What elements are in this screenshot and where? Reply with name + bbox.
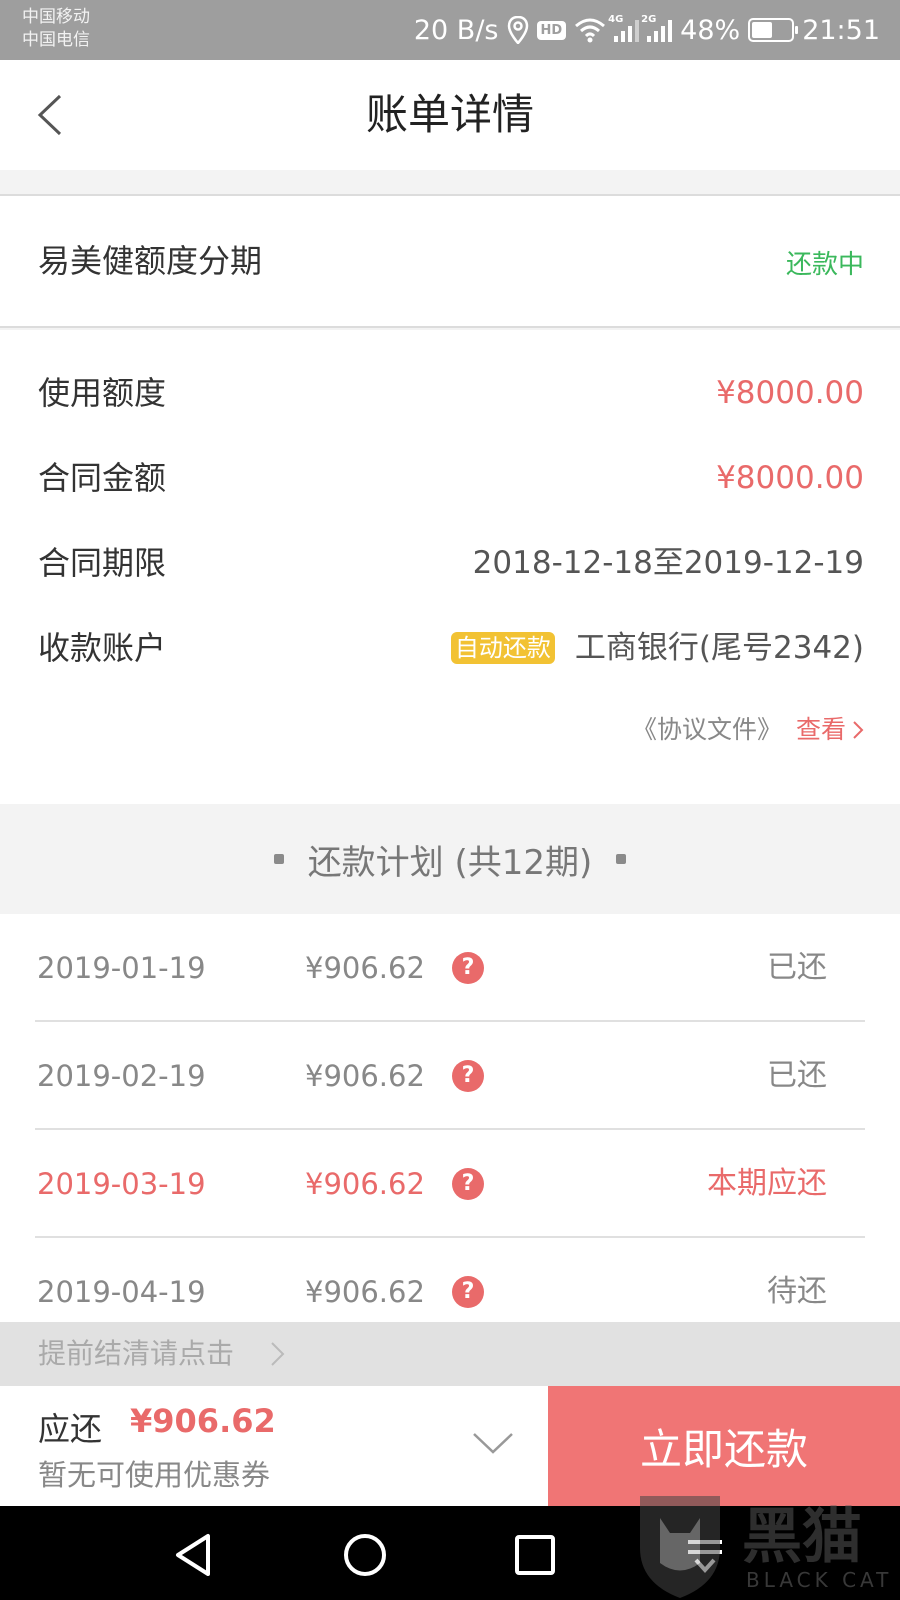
- plan-amount: ¥906.62: [305, 1167, 425, 1201]
- battery-icon: [748, 18, 799, 42]
- wifi-icon: [575, 18, 606, 43]
- detail-row-contract-amount: 合同金额 ¥8000.00: [0, 448, 900, 508]
- agreement-view-label: 查看: [795, 715, 846, 744]
- plan-status: 已还: [767, 950, 827, 985]
- carrier-1: 中国移动: [22, 7, 90, 27]
- watermark-sub: BLACK CAT: [746, 1568, 893, 1592]
- hd-badge: HD: [536, 20, 567, 40]
- plan-amount: ¥906.62: [305, 951, 425, 985]
- repayment-plan-header: 还款计划 (共12期): [0, 804, 900, 914]
- prepay-text: 提前结清请点击: [38, 1337, 235, 1370]
- detail-value: 2018-12-18至2019-12-19: [472, 545, 864, 581]
- nav-home-icon[interactable]: [340, 1530, 390, 1580]
- title-dot-right: [616, 854, 627, 864]
- detail-row-credit: 使用额度 ¥8000.00: [0, 363, 900, 423]
- nav-back-icon[interactable]: [170, 1530, 220, 1580]
- bill-detail-section: 使用额度 ¥8000.00 合同金额 ¥8000.00 合同期限 2018-12…: [0, 330, 900, 804]
- detail-value: ¥8000.00: [716, 375, 864, 411]
- account-value: 工商银行(尾号2342): [574, 630, 864, 666]
- signal-2g-label: 2G: [641, 14, 657, 25]
- detail-row-account: 收款账户 自动还款 工商银行(尾号2342): [0, 618, 900, 678]
- watermark-text: 黑猫: [742, 1502, 862, 1572]
- help-icon[interactable]: ?: [452, 1276, 484, 1308]
- detail-label: 收款账户: [38, 629, 167, 667]
- watermark: 黑猫 BLACK CAT: [630, 1488, 900, 1600]
- detail-label: 合同期限: [38, 544, 167, 582]
- nav-recents-icon[interactable]: [510, 1530, 560, 1580]
- plan-date: 2019-03-19: [37, 1167, 206, 1201]
- table-row-current: 2019-03-19 ¥906.62 ? 本期应还: [35, 1130, 865, 1238]
- battery-percent: 48%: [680, 14, 741, 46]
- agreement-view-link[interactable]: 查看: [796, 710, 864, 750]
- nav-bar: 账单详情: [0, 60, 900, 170]
- agreement-link[interactable]: 《协议文件》 查看: [632, 710, 864, 750]
- table-row: 2019-02-19 ¥906.62 ? 已还: [35, 1022, 865, 1130]
- repayment-plan-list[interactable]: 2019-01-19 ¥906.62 ? 已还 2019-02-19 ¥906.…: [0, 914, 900, 1322]
- carrier-names: 中国移动 中国电信: [22, 6, 90, 52]
- detail-label: 合同金额: [38, 459, 167, 497]
- plan-date: 2019-01-19: [37, 951, 206, 985]
- back-chevron-icon[interactable]: [30, 90, 80, 140]
- plan-status: 已还: [767, 1058, 827, 1093]
- clock: 21:51: [802, 14, 880, 46]
- net-speed: 20 B/s: [413, 14, 499, 46]
- help-icon[interactable]: ?: [452, 952, 484, 984]
- due-label: 应还: [38, 1410, 103, 1448]
- chevron-down-icon[interactable]: [470, 1428, 516, 1458]
- plan-date: 2019-02-19: [37, 1059, 206, 1093]
- signal-2g-icon: 2G: [641, 14, 673, 42]
- account-value-group: 自动还款 工商银行(尾号2342): [450, 618, 864, 678]
- carrier-2: 中国电信: [22, 30, 90, 50]
- detail-value: ¥8000.00: [716, 460, 864, 496]
- chevron-right-icon: [853, 721, 864, 739]
- auto-repay-badge: 自动还款: [450, 632, 555, 664]
- coupon-text: 暂无可使用优惠券: [38, 1458, 271, 1492]
- table-row: 2019-04-19 ¥906.62 ? 待还: [35, 1238, 865, 1322]
- plan-amount: ¥906.62: [305, 1275, 425, 1309]
- table-row: 2019-01-19 ¥906.62 ? 已还: [35, 914, 865, 1022]
- detail-label: 使用额度: [38, 374, 167, 412]
- section-gap: [0, 170, 900, 196]
- location-icon: [507, 16, 528, 44]
- battery-fill: [752, 22, 773, 38]
- due-amount: ¥906.62: [130, 1402, 276, 1440]
- product-name: 易美健额度分期: [38, 242, 263, 280]
- plan-title: 还款计划 (共12期): [307, 842, 593, 883]
- cat-logo-icon: [640, 1496, 720, 1598]
- help-icon[interactable]: ?: [452, 1168, 484, 1200]
- title-dot-left: [273, 854, 284, 864]
- chevron-right-icon: [271, 1342, 285, 1366]
- help-icon[interactable]: ?: [452, 1060, 484, 1092]
- status-indicators: 20 B/s HD 4G 2G 48% 21:51: [414, 0, 880, 60]
- detail-row-contract-period: 合同期限 2018-12-18至2019-12-19: [0, 533, 900, 593]
- product-section: 易美健额度分期 还款中: [0, 196, 900, 328]
- plan-status: 待还: [767, 1274, 827, 1309]
- page-title: 账单详情: [365, 90, 534, 139]
- signal-4g-label: 4G: [608, 14, 624, 25]
- status-bar: 中国移动 中国电信 20 B/s HD 4G 2G 48% 21:51: [0, 0, 900, 60]
- plan-title-wrap: 还款计划 (共12期): [0, 804, 900, 914]
- product-status: 还款中: [785, 250, 864, 280]
- plan-date: 2019-04-19: [37, 1275, 206, 1309]
- plan-status: 本期应还: [707, 1166, 827, 1201]
- signal-4g-icon: 4G: [608, 14, 640, 42]
- plan-amount: ¥906.62: [305, 1059, 425, 1093]
- agreement-doc-label: 《协议文件》: [631, 715, 782, 744]
- prepay-bar[interactable]: 提前结清请点击: [0, 1322, 900, 1386]
